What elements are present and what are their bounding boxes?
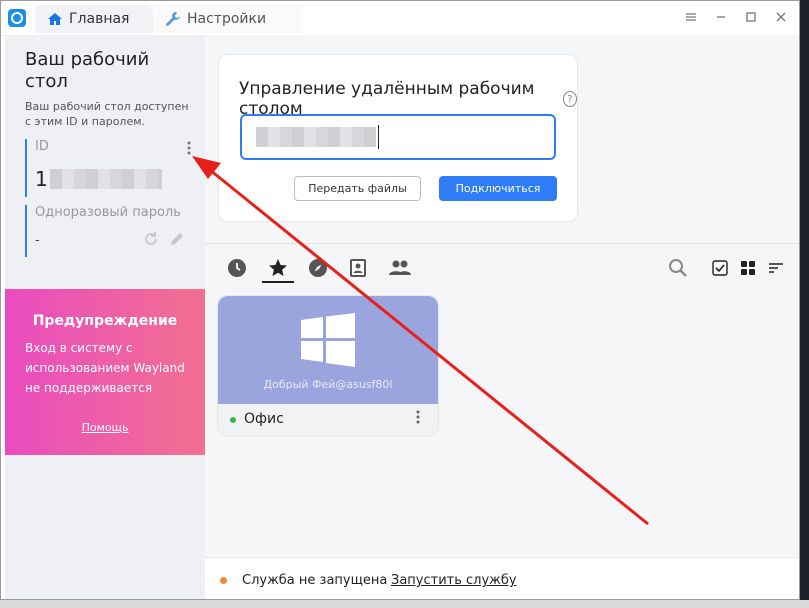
id-value-text: 1 xyxy=(35,167,48,191)
peer-card[interactable]: Добрый Фей@asusf80l Офис xyxy=(218,296,438,436)
window-controls xyxy=(683,9,789,25)
tab-settings[interactable]: Настройки xyxy=(153,5,303,33)
remote-control-title: Управление удалённым рабочим столом ? xyxy=(239,79,577,119)
app-logo-icon xyxy=(8,9,26,27)
peer-thumbnail: Добрый Фей@asusf80l xyxy=(218,296,438,404)
search-icon[interactable] xyxy=(667,257,689,279)
grid-view-icon[interactable] xyxy=(737,257,759,279)
windows-logo-icon xyxy=(301,313,355,367)
address-book-icon[interactable] xyxy=(347,257,369,279)
help-icon[interactable]: ? xyxy=(562,91,577,107)
recent-icon[interactable] xyxy=(226,257,248,279)
desktop-taskbar-fragment xyxy=(0,600,809,608)
maximize-icon[interactable] xyxy=(743,9,759,25)
tab-settings-label: Настройки xyxy=(187,11,267,27)
discovered-icon[interactable] xyxy=(307,257,329,279)
wrench-icon xyxy=(165,11,181,27)
warning-title: Предупреждение xyxy=(32,313,178,329)
remote-id-input[interactable] xyxy=(240,114,556,160)
id-more-icon[interactable] xyxy=(187,141,191,158)
minimize-icon[interactable] xyxy=(713,9,729,25)
help-link[interactable]: Помощь xyxy=(5,421,205,434)
id-value[interactable]: 1 xyxy=(35,167,162,191)
service-status-bar: Служба не запущена Запустить службу xyxy=(205,557,799,599)
start-service-link[interactable]: Запустить службу xyxy=(391,573,517,588)
service-status-text: Служба не запущена xyxy=(242,573,388,588)
menu-icon[interactable] xyxy=(683,9,699,25)
group-icon[interactable] xyxy=(387,257,413,279)
warning-text: Вход в систему с использованием Wayland … xyxy=(25,341,185,395)
home-icon xyxy=(47,11,63,27)
text-cursor xyxy=(378,125,379,149)
remote-control-title-text: Управление удалённым рабочим столом xyxy=(239,79,535,119)
tab-home-label: Главная xyxy=(69,11,130,27)
left-panel-footer xyxy=(5,455,205,599)
rustdesk-window: Главная Настройки Ваш рабочий стол Ваш р… xyxy=(0,0,800,600)
password-label: Одноразовый пароль xyxy=(35,205,181,220)
online-status-dot xyxy=(230,417,236,423)
wayland-warning: Предупреждение Вход в систему с использо… xyxy=(5,289,205,455)
edit-icon[interactable] xyxy=(169,231,185,251)
id-field: ID 1 xyxy=(25,139,191,197)
close-icon[interactable] xyxy=(773,9,789,25)
select-icon[interactable] xyxy=(709,257,731,279)
password-field: Одноразовый пароль - xyxy=(25,205,185,257)
transfer-files-button[interactable]: Передать файлы xyxy=(294,176,421,201)
redacted-remote-id xyxy=(256,127,376,147)
id-label: ID xyxy=(35,139,49,154)
title-bar: Главная Настройки xyxy=(1,1,799,36)
active-tab-indicator xyxy=(262,281,294,283)
password-actions xyxy=(143,231,185,251)
sort-icon[interactable] xyxy=(765,257,787,279)
tab-home[interactable]: Главная xyxy=(35,5,153,33)
connect-button[interactable]: Подключиться xyxy=(439,176,557,201)
peer-username: Добрый Фей@asusf80l xyxy=(263,378,393,391)
peer-footer: Офис xyxy=(218,404,438,436)
service-status-dot xyxy=(220,577,227,584)
peer-more-icon[interactable] xyxy=(416,410,420,428)
password-value: - xyxy=(35,233,40,248)
redacted-id xyxy=(49,169,162,189)
peer-name: Офис xyxy=(244,411,284,427)
your-desktop-subtitle: Ваш рабочий стол доступен с этим ID и па… xyxy=(25,100,189,128)
main-area: Управление удалённым рабочим столом ? Пе… xyxy=(205,35,799,599)
remote-control-card: Управление удалённым рабочим столом ? Пе… xyxy=(218,54,578,222)
favorites-icon[interactable] xyxy=(267,257,289,279)
section-divider xyxy=(205,243,799,244)
refresh-icon[interactable] xyxy=(143,231,159,251)
your-desktop-title: Ваш рабочий стол xyxy=(25,49,150,92)
